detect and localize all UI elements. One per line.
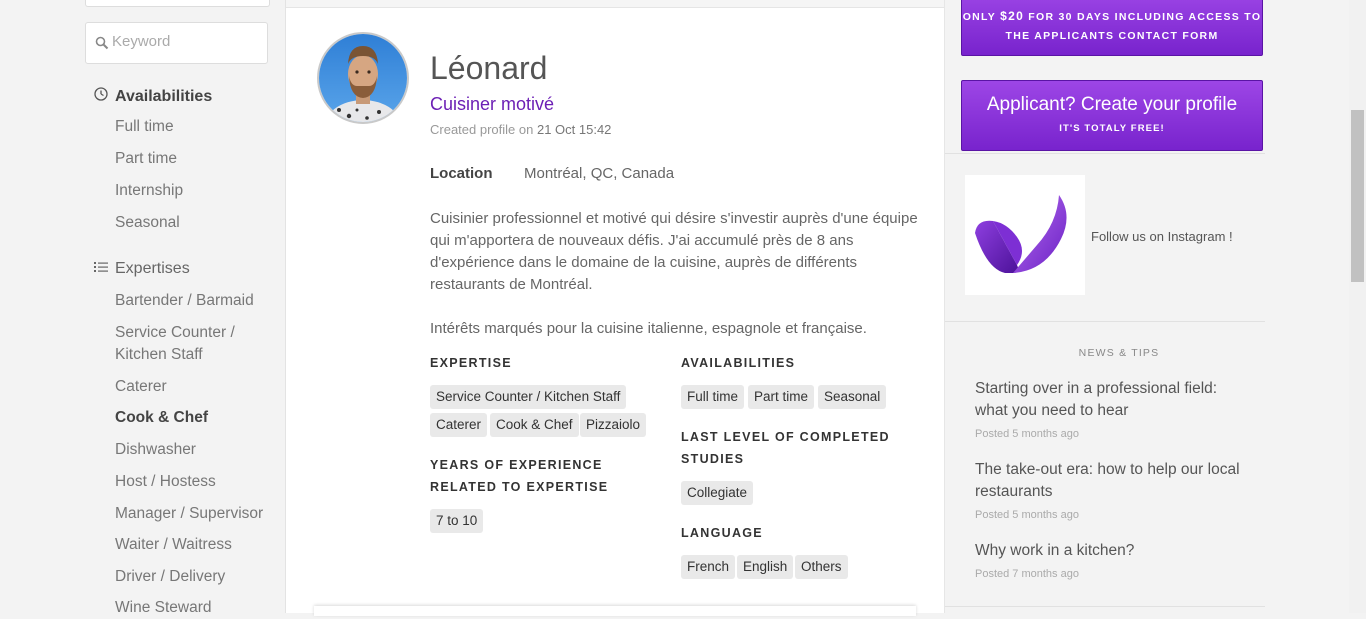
filter-part-time[interactable]: Part time	[115, 148, 275, 170]
filter-dishwasher[interactable]: Dishwasher	[115, 439, 275, 461]
create-profile-button[interactable]: Applicant? Create your profile IT'S TOTA…	[961, 80, 1263, 151]
language-tag: French	[681, 555, 736, 579]
years-experience-section-title: YEARS OF EXPERIENCE RELATED TO EXPERTISE	[430, 458, 609, 494]
filter-host[interactable]: Host / Hostess	[115, 471, 275, 493]
expertise-section-title: EXPERTISE	[430, 356, 512, 370]
news-article-link[interactable]: Why work in a kitchen?	[975, 540, 1245, 562]
filter-caterer[interactable]: Caterer	[115, 376, 275, 398]
news-article-link[interactable]: The take-out era: how to help our local …	[975, 459, 1245, 503]
availability-tag: Part time	[748, 385, 815, 409]
page-scrollbar-track[interactable]	[1349, 0, 1366, 613]
keyword-input[interactable]	[112, 33, 262, 50]
news-tips-heading: NEWS & TIPS	[1078, 347, 1160, 359]
keyword-search-box[interactable]	[85, 22, 268, 64]
offer-line-2: THE APPLICANTS CONTACT FORM	[1005, 30, 1219, 42]
divider	[945, 153, 1265, 154]
filter-waiter[interactable]: Waiter / Waitress	[115, 534, 275, 556]
created-date: 21 Oct 15:42	[536, 122, 612, 137]
expertise-tag: Pizzaiolo	[580, 413, 647, 437]
news-article-date: Posted 5 months ago	[975, 509, 1079, 521]
expertises-filter-heading[interactable]: Expertises	[94, 260, 190, 278]
language-tag: Others	[795, 555, 848, 579]
filter-service-counter[interactable]: Service Counter / Kitchen Staff	[115, 322, 275, 366]
availability-tag: Full time	[681, 385, 745, 409]
expertise-tag: Cook & Chef	[490, 413, 579, 437]
search-icon	[95, 36, 109, 55]
divider	[945, 321, 1265, 322]
filter-internship[interactable]: Internship	[115, 180, 275, 202]
instagram-link-text[interactable]: Follow us on Instagram !	[1091, 229, 1233, 244]
availability-tag: Seasonal	[818, 385, 887, 409]
location-value: Montréal, QC, Canada	[524, 165, 675, 182]
create-profile-title: Applicant? Create your profile	[986, 94, 1238, 115]
years-experience-tag: 7 to 10	[430, 509, 484, 533]
news-article-link[interactable]: Starting over in a professional field: w…	[975, 378, 1245, 422]
created-prefix: Created profile on	[430, 122, 534, 137]
availabilities-section-title: AVAILABILITIES	[681, 356, 796, 370]
filter-cook-chef[interactable]: Cook & Chef	[115, 407, 275, 429]
filter-driver[interactable]: Driver / Delivery	[115, 566, 275, 588]
page-scrollbar-thumb[interactable]	[1351, 110, 1364, 282]
filter-sidebar: Availabilities Full time Part time Inter…	[0, 0, 285, 616]
profile-created-info: Created profile on 21 Oct 15:42	[430, 122, 611, 137]
list-icon	[94, 260, 108, 278]
offer-price: $20	[1000, 9, 1025, 23]
next-card-edge	[314, 606, 916, 616]
availabilities-heading-label: Availabilities	[115, 87, 213, 105]
filter-manager[interactable]: Manager / Supervisor	[115, 503, 275, 525]
description-paragraph-1: Cuisinier professionnel et motivé qui dé…	[430, 210, 918, 293]
profile-avatar	[317, 32, 409, 124]
clock-icon	[94, 87, 108, 106]
news-article-date: Posted 5 months ago	[975, 428, 1079, 440]
instagram-logo[interactable]	[965, 175, 1085, 295]
profile-card: Léonard Cuisiner motivé Created profile …	[286, 0, 945, 616]
language-section-title: LANGUAGE	[681, 526, 763, 540]
right-column: ONLY $20 FOR 30 DAYS INCLUDING ACCESS TO…	[945, 0, 1265, 613]
description-paragraph-2: Intérêts marqués pour la cuisine italien…	[430, 320, 867, 337]
availabilities-filter-heading[interactable]: Availabilities	[94, 87, 212, 106]
expertise-tag: Caterer	[430, 413, 488, 437]
create-profile-subtitle: IT'S TOTALY FREE!	[1059, 123, 1165, 134]
offer-line-1: ONLY $20 FOR 30 DAYS INCLUDING ACCESS TO	[962, 9, 1262, 23]
profile-name: Léonard	[430, 50, 548, 86]
filter-wine-steward[interactable]: Wine Steward	[115, 597, 275, 619]
news-article-date: Posted 7 months ago	[975, 568, 1079, 580]
expertises-heading-label: Expertises	[115, 260, 190, 277]
studies-tag: Collegiate	[681, 481, 754, 505]
filter-seasonal[interactable]: Seasonal	[115, 212, 275, 234]
location-label: Location	[430, 165, 493, 182]
divider	[945, 606, 1265, 607]
filter-bartender[interactable]: Bartender / Barmaid	[115, 290, 275, 312]
filter-full-time[interactable]: Full time	[115, 116, 275, 138]
studies-section-title: LAST LEVEL OF COMPLETED STUDIES	[681, 430, 890, 466]
profile-tagline: Cuisiner motivé	[430, 94, 555, 114]
language-tag: English	[737, 555, 794, 579]
expertise-tag: Service Counter / Kitchen Staff	[430, 385, 627, 409]
employer-offer-button[interactable]: ONLY $20 FOR 30 DAYS INCLUDING ACCESS TO…	[961, 0, 1263, 56]
top-search-field[interactable]	[85, 0, 270, 7]
card-top-border	[286, 0, 944, 8]
profile-description: Cuisinier professionnel et motivé qui dé…	[430, 208, 930, 340]
